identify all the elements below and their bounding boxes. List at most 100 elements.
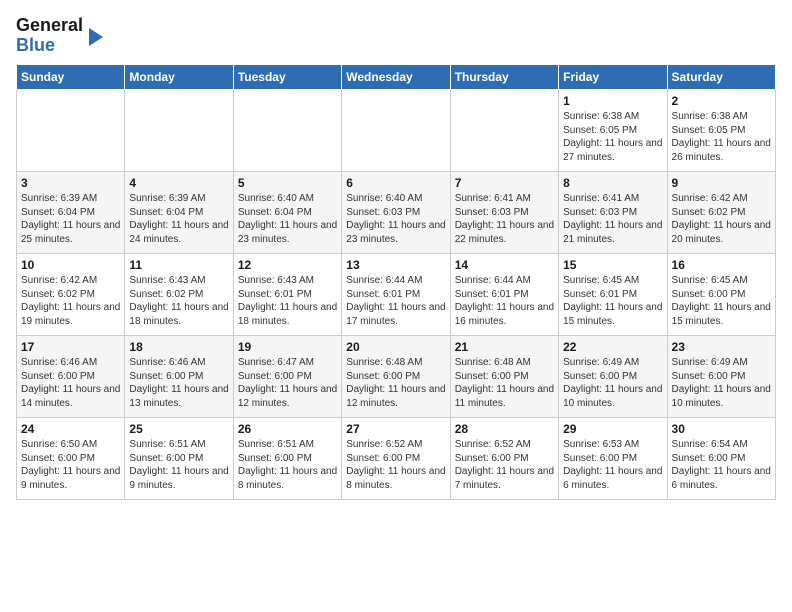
day-number: 16 [672,258,771,272]
day-info: Sunrise: 6:42 AM [672,192,771,206]
day-info: Sunset: 6:02 PM [129,288,228,302]
day-info: Sunrise: 6:46 AM [129,356,228,370]
day-number: 29 [563,422,662,436]
day-number: 8 [563,176,662,190]
day-info: Sunset: 6:00 PM [21,370,120,384]
day-number: 10 [21,258,120,272]
day-info: Daylight: 11 hours and 15 minutes. [672,301,771,328]
day-info: Daylight: 11 hours and 19 minutes. [21,301,120,328]
calendar-cell: 26Sunrise: 6:51 AMSunset: 6:00 PMDayligh… [233,418,341,500]
day-info: Daylight: 11 hours and 18 minutes. [238,301,337,328]
day-info: Sunset: 6:01 PM [238,288,337,302]
day-number: 17 [21,340,120,354]
day-info: Sunset: 6:01 PM [346,288,445,302]
day-info: Sunrise: 6:50 AM [21,438,120,452]
day-info: Sunset: 6:00 PM [346,370,445,384]
day-info: Daylight: 11 hours and 8 minutes. [238,465,337,492]
day-info: Sunrise: 6:52 AM [455,438,554,452]
calendar-cell: 3Sunrise: 6:39 AMSunset: 6:04 PMDaylight… [17,172,125,254]
day-info: Daylight: 11 hours and 11 minutes. [455,383,554,410]
calendar-cell: 10Sunrise: 6:42 AMSunset: 6:02 PMDayligh… [17,254,125,336]
day-info: Sunrise: 6:44 AM [346,274,445,288]
day-info: Sunrise: 6:39 AM [129,192,228,206]
header-day-sunday: Sunday [17,65,125,90]
day-info: Daylight: 11 hours and 12 minutes. [238,383,337,410]
day-number: 5 [238,176,337,190]
day-info: Sunset: 6:05 PM [563,124,662,138]
day-number: 28 [455,422,554,436]
day-info: Sunrise: 6:40 AM [238,192,337,206]
day-info: Sunset: 6:05 PM [672,124,771,138]
week-row-3: 10Sunrise: 6:42 AMSunset: 6:02 PMDayligh… [17,254,776,336]
day-info: Daylight: 11 hours and 7 minutes. [455,465,554,492]
day-info: Sunrise: 6:51 AM [238,438,337,452]
day-info: Sunrise: 6:44 AM [455,274,554,288]
day-info: Daylight: 11 hours and 10 minutes. [563,383,662,410]
calendar-cell: 11Sunrise: 6:43 AMSunset: 6:02 PMDayligh… [125,254,233,336]
header-day-thursday: Thursday [450,65,558,90]
day-info: Sunset: 6:01 PM [455,288,554,302]
calendar-cell: 9Sunrise: 6:42 AMSunset: 6:02 PMDaylight… [667,172,775,254]
day-number: 3 [21,176,120,190]
day-info: Daylight: 11 hours and 18 minutes. [129,301,228,328]
day-number: 27 [346,422,445,436]
calendar-cell [233,90,341,172]
day-info: Sunset: 6:00 PM [455,452,554,466]
logo-wordmark: General Blue [16,16,83,56]
day-info: Daylight: 11 hours and 9 minutes. [129,465,228,492]
day-number: 4 [129,176,228,190]
day-info: Sunrise: 6:38 AM [672,110,771,124]
day-info: Sunset: 6:03 PM [346,206,445,220]
calendar-cell: 24Sunrise: 6:50 AMSunset: 6:00 PMDayligh… [17,418,125,500]
calendar-cell: 29Sunrise: 6:53 AMSunset: 6:00 PMDayligh… [559,418,667,500]
day-info: Daylight: 11 hours and 23 minutes. [238,219,337,246]
day-info: Sunset: 6:00 PM [346,452,445,466]
calendar-cell: 6Sunrise: 6:40 AMSunset: 6:03 PMDaylight… [342,172,450,254]
day-number: 25 [129,422,228,436]
day-info: Sunrise: 6:48 AM [346,356,445,370]
calendar-cell: 2Sunrise: 6:38 AMSunset: 6:05 PMDaylight… [667,90,775,172]
calendar-cell: 23Sunrise: 6:49 AMSunset: 6:00 PMDayligh… [667,336,775,418]
calendar-body: 1Sunrise: 6:38 AMSunset: 6:05 PMDaylight… [17,90,776,500]
day-info: Daylight: 11 hours and 8 minutes. [346,465,445,492]
header-row: SundayMondayTuesdayWednesdayThursdayFrid… [17,65,776,90]
day-info: Daylight: 11 hours and 14 minutes. [21,383,120,410]
calendar-cell [450,90,558,172]
calendar-cell: 8Sunrise: 6:41 AMSunset: 6:03 PMDaylight… [559,172,667,254]
calendar-cell [17,90,125,172]
day-info: Sunset: 6:00 PM [455,370,554,384]
day-number: 26 [238,422,337,436]
day-info: Sunset: 6:04 PM [21,206,120,220]
calendar-cell: 14Sunrise: 6:44 AMSunset: 6:01 PMDayligh… [450,254,558,336]
calendar-cell: 4Sunrise: 6:39 AMSunset: 6:04 PMDaylight… [125,172,233,254]
day-number: 22 [563,340,662,354]
day-info: Sunrise: 6:45 AM [563,274,662,288]
day-info: Daylight: 11 hours and 6 minutes. [563,465,662,492]
day-info: Sunset: 6:00 PM [563,370,662,384]
day-info: Daylight: 11 hours and 23 minutes. [346,219,445,246]
day-info: Sunrise: 6:54 AM [672,438,771,452]
day-info: Daylight: 11 hours and 12 minutes. [346,383,445,410]
day-info: Sunset: 6:02 PM [672,206,771,220]
calendar-cell: 21Sunrise: 6:48 AMSunset: 6:00 PMDayligh… [450,336,558,418]
day-number: 23 [672,340,771,354]
calendar-cell: 20Sunrise: 6:48 AMSunset: 6:00 PMDayligh… [342,336,450,418]
day-number: 19 [238,340,337,354]
calendar-cell [125,90,233,172]
calendar-cell: 27Sunrise: 6:52 AMSunset: 6:00 PMDayligh… [342,418,450,500]
day-info: Sunrise: 6:45 AM [672,274,771,288]
calendar-cell: 28 Sunrise: 6:52 AMSunset: 6:00 PMDayligh… [450,418,558,500]
logo-blue: Blue [16,35,55,55]
calendar-cell: 22Sunrise: 6:49 AMSunset: 6:00 PMDayligh… [559,336,667,418]
day-info: Sunset: 6:00 PM [672,370,771,384]
day-info: Sunset: 6:00 PM [129,370,228,384]
day-info: Sunset: 6:00 PM [672,452,771,466]
logo-text-block: General Blue [16,16,103,56]
day-info: Daylight: 11 hours and 22 minutes. [455,219,554,246]
day-number: 24 [21,422,120,436]
day-info: Sunrise: 6:40 AM [346,192,445,206]
day-info: Sunrise: 6:38 AM [563,110,662,124]
day-info: Sunrise: 6:49 AM [672,356,771,370]
day-number: 2 [672,94,771,108]
day-info: Daylight: 11 hours and 21 minutes. [563,219,662,246]
